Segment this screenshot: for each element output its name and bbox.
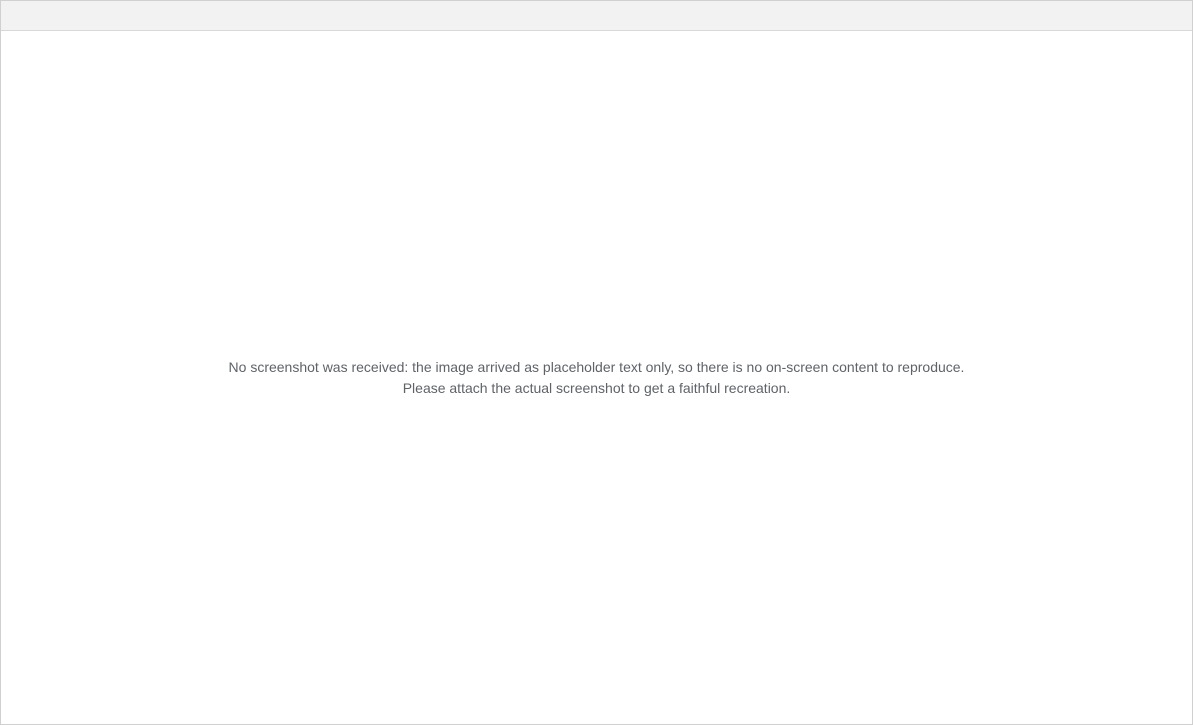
window-titlebar [1, 1, 1192, 31]
app-window: No screenshot was received: the image ar… [0, 0, 1193, 725]
missing-image-notice: No screenshot was received: the image ar… [228, 358, 965, 396]
content-area: No screenshot was received: the image ar… [1, 31, 1192, 724]
